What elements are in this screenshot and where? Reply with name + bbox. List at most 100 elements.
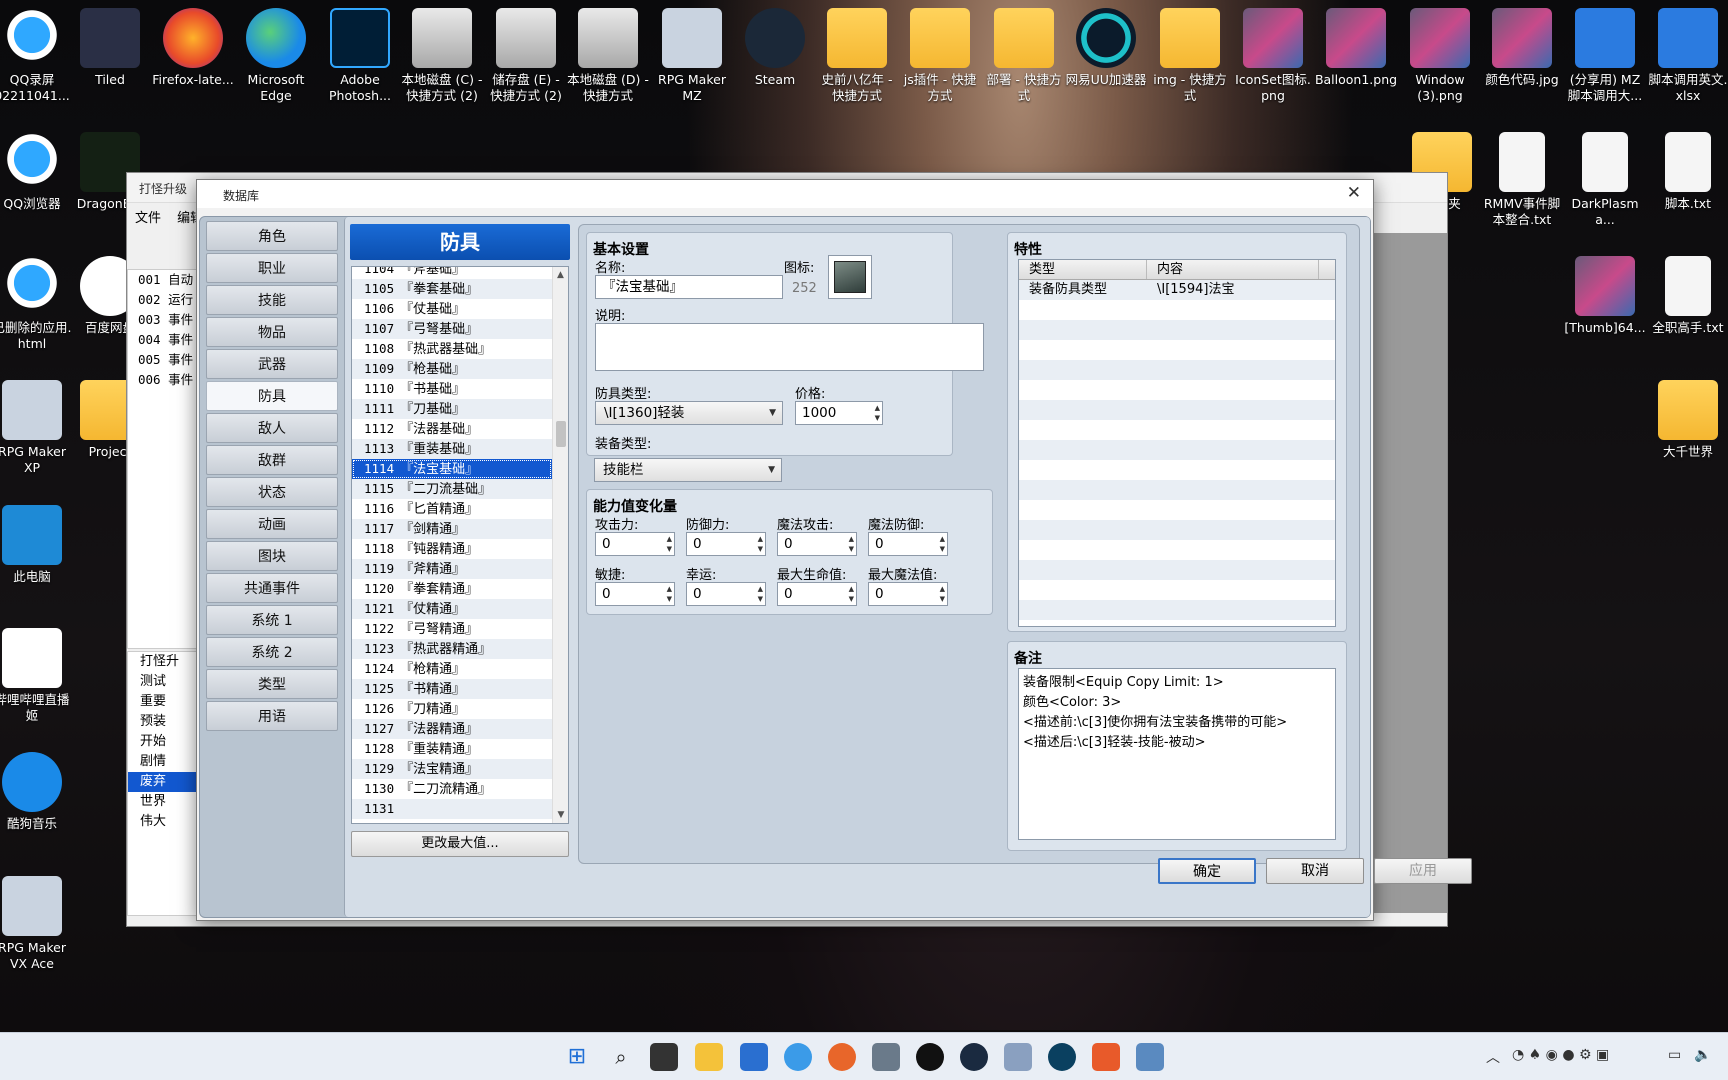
desktop-icon-top-17[interactable]: Window (3).png bbox=[1398, 8, 1482, 104]
list-item[interactable]: 1113 『重装基础』 bbox=[352, 439, 552, 459]
desktop-icon-right-2[interactable]: DarkPlasma... bbox=[1563, 132, 1647, 228]
network-icon[interactable]: ▭ bbox=[1668, 1047, 1681, 1063]
trait-row[interactable] bbox=[1019, 480, 1335, 500]
event-list-item[interactable]: 002 运行 bbox=[128, 290, 196, 310]
scroll-up-icon[interactable]: ▲ bbox=[553, 267, 568, 283]
list-item[interactable]: 1122 『弓弩精通』 bbox=[352, 619, 552, 639]
map-tree-item[interactable]: 剧情 bbox=[128, 752, 196, 772]
browser-icon[interactable] bbox=[784, 1043, 812, 1071]
description-input[interactable] bbox=[595, 323, 984, 371]
steam-icon[interactable] bbox=[960, 1043, 988, 1071]
param-input[interactable]: 0 bbox=[777, 532, 857, 556]
desktop-icon-left-8[interactable]: 酷狗音乐 bbox=[0, 752, 74, 832]
file-explorer-icon[interactable] bbox=[695, 1043, 723, 1071]
map-tree-item[interactable]: 重要 bbox=[128, 692, 196, 712]
list-item[interactable]: 1108 『热武器基础』 bbox=[352, 339, 552, 359]
map-tree-item[interactable]: 开始 bbox=[128, 732, 196, 752]
list-item[interactable]: 1121 『仗精通』 bbox=[352, 599, 552, 619]
list-item[interactable]: 1120 『拳套精通』 bbox=[352, 579, 552, 599]
trait-row[interactable] bbox=[1019, 460, 1335, 480]
tab-10[interactable]: 图块 bbox=[206, 541, 338, 571]
windows-start-icon[interactable]: ⊞ bbox=[563, 1043, 591, 1071]
volume-icon[interactable]: 🔈 bbox=[1694, 1047, 1711, 1063]
list-item[interactable]: 1114 『法宝基础』 bbox=[352, 459, 552, 479]
ok-button[interactable]: 确定 bbox=[1158, 858, 1256, 884]
trait-row[interactable] bbox=[1019, 500, 1335, 520]
trait-row[interactable] bbox=[1019, 560, 1335, 580]
desktop-icon-right-4[interactable]: [Thumb]64... bbox=[1563, 256, 1647, 336]
tab-9[interactable]: 动画 bbox=[206, 509, 338, 539]
tab-14[interactable]: 类型 bbox=[206, 669, 338, 699]
desktop-icon-left-0[interactable]: QQ浏览器 bbox=[0, 132, 74, 212]
tab-8[interactable]: 状态 bbox=[206, 477, 338, 507]
note-textarea[interactable]: 装备限制<Equip Copy Limit: 1> 颜色<Color: 3> <描述… bbox=[1018, 668, 1336, 840]
desktop-icon-top-0[interactable]: QQ录屏 02211041... bbox=[0, 8, 74, 104]
desktop-icon-top-3[interactable]: Microsoft Edge bbox=[234, 8, 318, 104]
tab-11[interactable]: 共通事件 bbox=[206, 573, 338, 603]
traits-table[interactable]: 类型 内容 装备防具类型 \I[1594]法宝 bbox=[1018, 259, 1336, 627]
tab-1[interactable]: 职业 bbox=[206, 253, 338, 283]
tab-12[interactable]: 系统 1 bbox=[206, 605, 338, 635]
desktop-icon-top-4[interactable]: Adobe Photosh... bbox=[318, 8, 402, 104]
param-input[interactable]: 0 bbox=[595, 532, 675, 556]
trait-row[interactable] bbox=[1019, 520, 1335, 540]
desktop-icon-top-1[interactable]: Tiled bbox=[68, 8, 152, 88]
param-input[interactable]: 0 bbox=[777, 582, 857, 606]
desktop-icon-top-9[interactable]: Steam bbox=[733, 8, 817, 88]
tray-apps-icon[interactable]: ◔ ♠ ◉ ● ⚙ ▣ bbox=[1512, 1047, 1609, 1063]
sublime-icon[interactable] bbox=[1092, 1043, 1120, 1071]
desktop-icon-top-6[interactable]: 储存盘 (E) - 快捷方式 (2) bbox=[484, 8, 568, 104]
desktop-icon-right-1[interactable]: RMMV事件脚 本整合.txt bbox=[1480, 132, 1564, 228]
list-item[interactable]: 1104 『斧基础』 bbox=[352, 267, 552, 279]
tool-icon[interactable] bbox=[1136, 1043, 1164, 1071]
list-item[interactable]: 1131 bbox=[352, 799, 552, 819]
uu-icon[interactable] bbox=[1048, 1043, 1076, 1071]
tab-7[interactable]: 敌群 bbox=[206, 445, 338, 475]
desktop-icon-top-18[interactable]: 颜色代码.jpg bbox=[1480, 8, 1564, 88]
desktop-icon-left-6[interactable]: 此电脑 bbox=[0, 505, 74, 585]
trait-row[interactable] bbox=[1019, 400, 1335, 420]
desktop-icon-top-20[interactable]: 脚本调用英文. xlsx bbox=[1646, 8, 1728, 104]
param-input[interactable]: 0 bbox=[595, 582, 675, 606]
desktop-icon-top-15[interactable]: IconSet图标. png bbox=[1231, 8, 1315, 104]
calculator-icon[interactable] bbox=[872, 1043, 900, 1071]
trait-row[interactable] bbox=[1019, 440, 1335, 460]
tab-0[interactable]: 角色 bbox=[206, 221, 338, 251]
desktop-icon-top-14[interactable]: img - 快捷方 式 bbox=[1148, 8, 1232, 104]
map-tree-item[interactable]: 世界 bbox=[128, 792, 196, 812]
desktop-icon-left-4[interactable]: RPG Maker XP bbox=[0, 380, 74, 476]
list-item[interactable]: 1125 『书精通』 bbox=[352, 679, 552, 699]
change-max-button[interactable]: 更改最大值... bbox=[351, 831, 569, 857]
trait-row[interactable]: 装备防具类型 \I[1594]法宝 bbox=[1019, 280, 1335, 300]
desktop-icon-top-2[interactable]: Firefox-late... bbox=[151, 8, 235, 88]
armor-icon[interactable] bbox=[828, 255, 872, 299]
cancel-button[interactable]: 取消 bbox=[1266, 858, 1364, 884]
trait-row[interactable] bbox=[1019, 380, 1335, 400]
list-item[interactable]: 1129 『法宝精通』 bbox=[352, 759, 552, 779]
map-tree-item[interactable]: 废弃 bbox=[128, 772, 196, 792]
desktop-icon-right-5[interactable]: 全职高手.txt bbox=[1646, 256, 1728, 336]
trait-row[interactable] bbox=[1019, 420, 1335, 440]
map-tree-item[interactable]: 预装 bbox=[128, 712, 196, 732]
desktop-icon-right-6[interactable]: 大千世界 bbox=[1646, 380, 1728, 460]
search-icon[interactable]: ⌕ bbox=[607, 1043, 635, 1071]
map-tree-item[interactable]: 测试 bbox=[128, 672, 196, 692]
desktop-icon-top-10[interactable]: 史前八亿年 - 快捷方式 bbox=[815, 8, 899, 104]
scroll-thumb[interactable] bbox=[556, 421, 566, 447]
trait-row[interactable] bbox=[1019, 580, 1335, 600]
desktop-icon-top-5[interactable]: 本地磁盘 (C) - 快捷方式 (2) bbox=[400, 8, 484, 104]
list-item[interactable]: 1130 『二刀流精通』 bbox=[352, 779, 552, 799]
trait-row[interactable] bbox=[1019, 600, 1335, 620]
list-item[interactable]: 1127 『法器精通』 bbox=[352, 719, 552, 739]
desktop-icon-left-7[interactable]: 哔哩哔哩直播 姬 bbox=[0, 628, 74, 724]
list-item[interactable]: 1109 『枪基础』 bbox=[352, 359, 552, 379]
list-item[interactable]: 1115 『二刀流基础』 bbox=[352, 479, 552, 499]
menu-file[interactable]: 文件 bbox=[135, 211, 161, 226]
map-tree-item[interactable]: 伟大 bbox=[128, 812, 196, 832]
apply-button[interactable]: 应用 bbox=[1374, 858, 1472, 884]
event-list-item[interactable]: 006 事件 bbox=[128, 370, 196, 390]
event-list-item[interactable]: 003 事件 bbox=[128, 310, 196, 330]
list-item[interactable]: 1106 『仗基础』 bbox=[352, 299, 552, 319]
trait-row[interactable] bbox=[1019, 320, 1335, 340]
list-item[interactable]: 1123 『热武器精通』 bbox=[352, 639, 552, 659]
